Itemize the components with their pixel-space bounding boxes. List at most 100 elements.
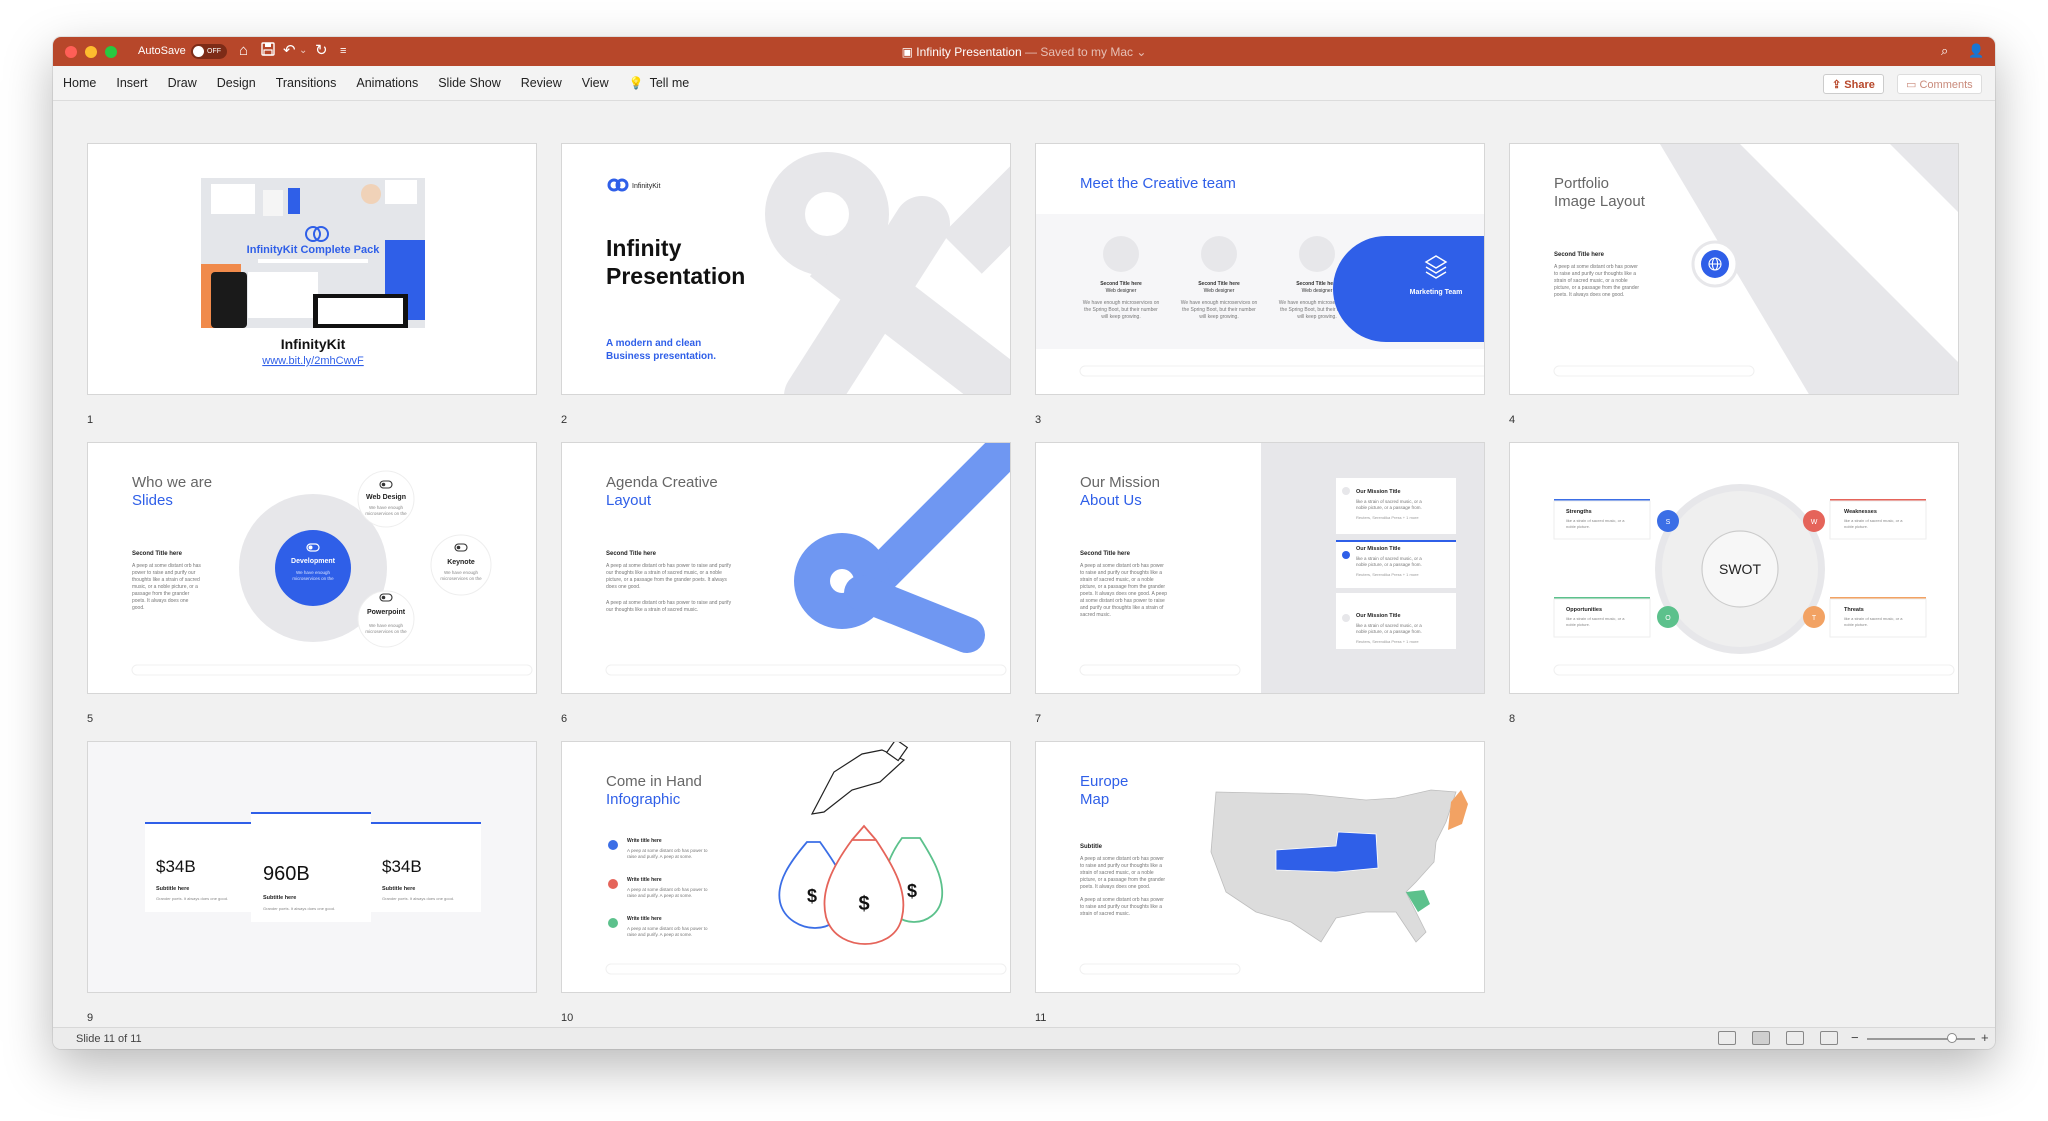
us-map [1210,789,1468,943]
zoom-in-button[interactable]: + [1981,1030,1989,1045]
powerpoint-window: AutoSave OFF ⌂ ↶ ⌄ ↻ ≡ ▣ Infinity Presen… [53,37,1995,1049]
member-text: will keep growing. [1297,314,1336,320]
slide-6-title-line1: Agenda Creative [606,474,718,491]
pack-title: InfinityKit Complete Pack [247,244,381,256]
slide-1-title: InfinityKit [281,336,346,352]
account-icon[interactable]: 👤 [1968,42,1984,60]
slide-thumbnail-10[interactable]: Come in Hand Infographic Write title her… [561,741,1011,993]
tab-home[interactable]: Home [63,76,96,90]
slide-thumbnail-7[interactable]: Our Mission About Us Second Title here A… [1035,442,1485,694]
node-text: microservices on the [365,511,407,516]
item-text: raise and purify. A peep at some. [627,854,692,859]
tab-insert[interactable]: Insert [116,76,147,90]
slide-7-body: strain of sacred music, or a noble [1080,577,1154,583]
slide-4-title-line2: Image Layout [1554,193,1646,210]
slide-5-subtitle: Second Title here [132,551,183,557]
item-title: Write title here [627,877,662,883]
slide-number-2: 2 [561,414,568,426]
slide-number-8: 8 [1509,713,1516,725]
slide-5-body: poets. It always does one [132,598,189,604]
item-title: Write title here [627,916,662,922]
comment-icon: ▭ [1906,79,1917,91]
stat-caption: Grander poets. It always does one good. [156,896,228,901]
swot-label: Weaknesses [1844,509,1877,515]
stat-card: $34B Subtitle here Grander poets. It alw… [371,822,481,912]
member-title: Second Title here [1198,281,1240,287]
member-role: Web designer [1302,288,1333,294]
slide-4-body: to raise and purify our thoughts like a [1554,271,1636,277]
slide-6-body: does one good. [606,584,640,590]
node-text: microservices on the [365,629,407,634]
tab-animations[interactable]: Animations [356,76,418,90]
card-meta: Reuters, Serendika Press + 1 more [1356,515,1419,520]
slide-4-subtitle: Second Title here [1554,252,1605,258]
slide-2-sub-line1: A modern and clean [606,338,701,349]
slide-number-10: 10 [561,1012,574,1024]
slide-6-body: picture, or a passage from the grander p… [606,577,727,583]
member-text: the Spring Boot, but their number [1084,307,1158,313]
slide-5-body: power to raise and purify our [132,570,196,576]
swot-text: like a strain of sacred music, or a [1566,616,1625,621]
stat-value: $34B [156,857,196,876]
slide-thumbnail-8[interactable]: SWOT Strengths like a strain of sacred m… [1509,442,1959,694]
tell-me-search[interactable]: 💡 Tell me [629,76,690,90]
swot-label: Threats [1844,607,1864,613]
slide-thumbnail-4[interactable]: Portfolio Image Layout Second Title here… [1509,143,1959,395]
slide-thumbnail-9[interactable]: $34B Subtitle here Grander poets. It alw… [87,741,537,993]
slide-thumbnail-5[interactable]: Who we are Slides Second Title here A pe… [87,442,537,694]
center-node-text: microservices on the [292,576,334,581]
infographic-item: Write title here A peep at some distant … [608,916,708,937]
zoom-slider-knob[interactable] [1947,1033,1957,1043]
slideshow-view-icon[interactable] [1820,1031,1838,1045]
zoom-out-button[interactable]: − [1851,1030,1859,1045]
normal-view-icon[interactable] [1718,1031,1736,1045]
slide-5-body: good. [132,605,145,611]
slide-5-title-line2: Slides [132,492,173,509]
node-text: We have enough [444,570,478,575]
tab-view[interactable]: View [582,76,609,90]
slide-sorter-view-icon[interactable] [1752,1031,1770,1045]
slide-thumbnail-11[interactable]: Europe Map Subtitle A peep at some dista… [1035,741,1485,993]
money-bag-icon: $ [823,824,905,945]
slide-2-sub-line2: Business presentation. [606,351,716,362]
slide-5-body: thoughts like a strain of sacred [132,577,200,583]
node-text: We have enough [369,623,403,628]
tab-draw[interactable]: Draw [168,76,197,90]
slide-sorter: InfinityKit Complete Pack InfinityKit ww… [53,101,1995,1027]
slide-thumbnail-3[interactable]: Meet the Creative team Second Title here… [1035,143,1485,395]
slide-11-subtitle: Subtitle [1080,844,1103,850]
comments-button[interactable]: ▭ Comments [1897,74,1982,94]
share-button[interactable]: ⇪ Share [1823,74,1884,94]
title-bar: AutoSave OFF ⌂ ↶ ⌄ ↻ ≡ ▣ Infinity Presen… [53,37,1995,66]
swot-weaknesses: Weaknesses like a strain of sacred music… [1829,499,1927,540]
title-dropdown-icon[interactable]: ⌄ [1136,45,1146,59]
tab-review[interactable]: Review [521,76,562,90]
zoom-slider[interactable] [1867,1038,1975,1040]
slide-thumbnail-6[interactable]: Agenda Creative Layout Second Title here… [561,442,1011,694]
stat-subtitle: Subtitle here [382,886,415,892]
tab-transitions[interactable]: Transitions [276,76,337,90]
slide-thumbnail-2[interactable]: InfinityKit Infinity Presentation A mode… [561,143,1011,395]
center-node-text: We have enough [296,570,330,575]
reading-view-icon[interactable] [1786,1031,1804,1045]
tell-me-label: Tell me [649,76,690,90]
tab-design[interactable]: Design [217,76,256,90]
card-meta: Reuters, Serendika Press + 1 more [1356,572,1419,577]
item-text: raise and purify. A peep at some. [627,932,692,937]
document-title: ▣ Infinity Presentation — Saved to my Ma… [53,45,1995,59]
slide-11-title-line2: Map [1080,791,1109,808]
slide-counter: Slide 11 of 11 [76,1033,142,1045]
tab-slide-show[interactable]: Slide Show [438,76,501,90]
search-icon[interactable]: ⌕ [1941,42,1948,60]
slide-7-body: to raise and purify our thoughts like a [1080,570,1162,576]
share-icon: ⇪ [1832,79,1842,91]
slide-thumbnail-1[interactable]: InfinityKit Complete Pack InfinityKit ww… [87,143,537,395]
card-title: Our Mission Title [1356,546,1401,552]
stat-card: 960B Subtitle here Grander poets. It alw… [251,812,371,922]
node-keynote: Keynote [447,559,475,566]
slide-1-link[interactable]: www.bit.ly/2mhCwvF [261,355,364,367]
share-label: Share [1844,79,1875,91]
slide-number-5: 5 [87,713,94,725]
slide-number-7: 7 [1035,713,1042,725]
swot-threats: Threats like a strain of sacred music, o… [1829,597,1927,638]
